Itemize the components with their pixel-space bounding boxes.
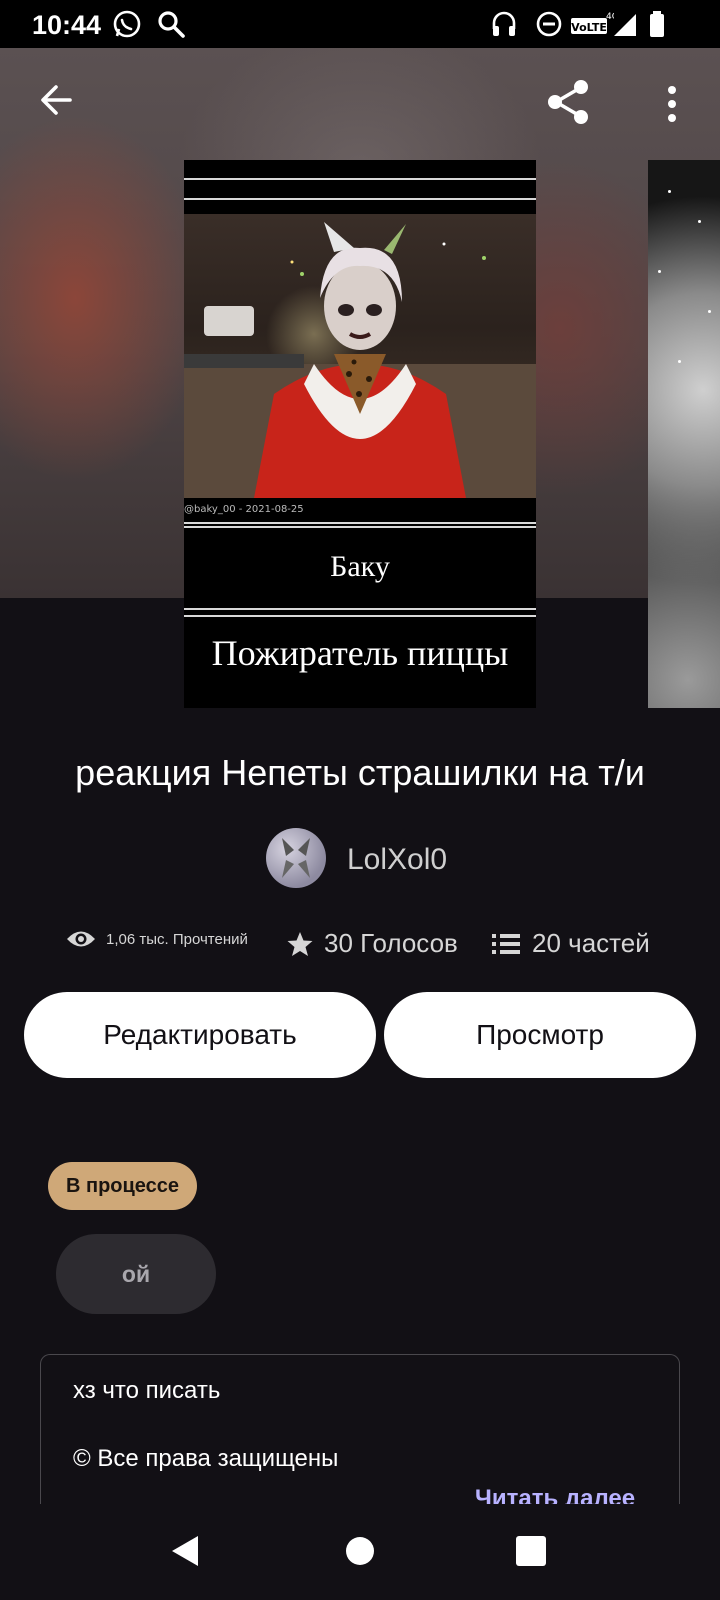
share-button[interactable] <box>544 78 592 126</box>
reads-stat: 1,06 тыс. Прочтений <box>66 928 248 950</box>
cover-divider <box>184 608 536 610</box>
parts-count: 20 частей <box>532 928 650 958</box>
system-nav-bar <box>0 1504 720 1600</box>
tag-chip[interactable]: ой <box>56 1234 216 1314</box>
author-avatar[interactable] <box>266 828 326 888</box>
next-story-cover[interactable] <box>648 160 720 708</box>
whatsapp-icon <box>113 10 141 38</box>
volte-4g-icon: VoLTE 4G <box>571 12 614 34</box>
cover-name: Баку <box>330 550 390 583</box>
votes-stat: 30 Голосов <box>286 928 458 959</box>
headphones-icon <box>492 11 516 36</box>
story-cover[interactable]: @baky_00 - 2021-08-25 Баку Пожиратель пи… <box>184 160 536 708</box>
cover-divider <box>184 178 536 180</box>
cover-photo <box>184 214 536 498</box>
cover-subtitle: Пожиратель пиццы <box>211 633 509 673</box>
nav-recents-icon[interactable] <box>516 1536 546 1566</box>
cover-divider <box>184 198 536 200</box>
search-icon <box>158 11 185 38</box>
parts-stat: 20 частей <box>492 928 650 959</box>
signal-icon <box>614 14 636 36</box>
eye-icon <box>67 931 95 947</box>
cover-divider <box>184 615 536 617</box>
author-name[interactable]: LolXol0 <box>347 843 447 877</box>
copyright-line: © Все права защищены <box>73 1445 339 1472</box>
cover-watermark: @baky_00 - 2021-08-25 <box>184 504 304 515</box>
status-bar: 10:44 VoLTE 4G <box>0 0 720 48</box>
do-not-disturb-icon <box>536 11 562 37</box>
cover-divider <box>184 522 536 524</box>
nav-home-icon[interactable] <box>344 1535 376 1567</box>
battery-icon <box>650 11 664 37</box>
more-menu-button[interactable] <box>660 84 684 124</box>
svg-text:VoLTE: VoLTE <box>571 21 607 34</box>
status-time: 10:44 <box>32 10 102 40</box>
list-icon <box>492 933 520 954</box>
nav-back-icon[interactable] <box>170 1534 200 1568</box>
star-icon <box>287 931 313 956</box>
description-line: хз что писать <box>73 1377 221 1404</box>
cover-divider <box>184 526 536 528</box>
description-box: хз что писать © Все права защищены Читат… <box>40 1354 680 1515</box>
reads-count: 1,06 тыс. Прочтений <box>106 930 248 948</box>
votes-count: 30 Голосов <box>324 928 458 958</box>
edit-button[interactable]: Редактировать <box>24 992 376 1078</box>
status-badge: В процессе <box>48 1162 198 1210</box>
back-button[interactable] <box>36 80 76 120</box>
story-title: реакция Непеты страшилки на т/и <box>75 752 645 793</box>
preview-button[interactable]: Просмотр <box>384 992 696 1078</box>
